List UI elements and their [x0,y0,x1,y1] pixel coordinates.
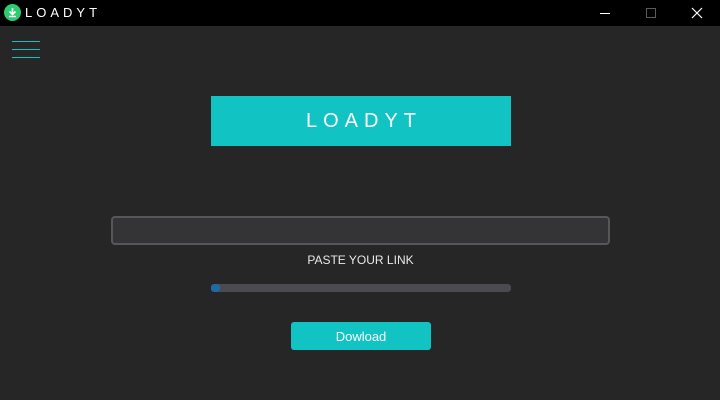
minimize-icon [600,13,610,14]
progress-fill [211,284,220,292]
menu-line [12,57,40,58]
link-input[interactable] [111,216,610,245]
download-progress-bar [211,284,511,292]
download-app-icon [4,4,21,21]
hamburger-menu-icon[interactable] [12,40,40,60]
link-input-label: PASTE YOUR LINK [307,253,414,267]
minimize-button[interactable] [582,0,628,26]
close-button[interactable] [674,0,720,26]
title-bar: LOADYT [0,0,720,26]
maximize-button[interactable] [628,0,674,26]
logo-text: LOADYT [305,109,423,132]
logo-banner: LOADYT [211,96,511,146]
menu-line [12,41,40,42]
download-button[interactable]: Dowload [291,322,431,350]
maximize-icon [646,8,656,18]
menu-line [12,49,40,50]
close-icon [691,7,703,19]
window-title: LOADYT [25,5,102,20]
